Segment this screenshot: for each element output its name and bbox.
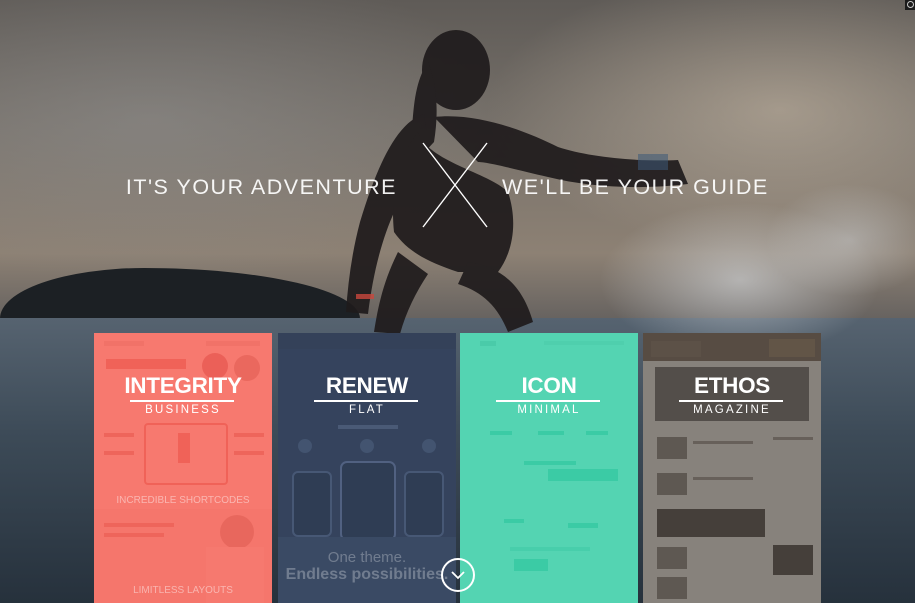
integrity-preview-heading: INCREDIBLE SHORTCODES bbox=[116, 495, 250, 506]
card-subtitle: MINIMAL bbox=[517, 404, 581, 416]
tagline-left: IT'S YOUR ADVENTURE bbox=[125, 175, 397, 199]
scroll-down-button[interactable] bbox=[441, 558, 475, 592]
settings-icon[interactable] bbox=[905, 0, 915, 10]
card-icon[interactable]: ICON MINIMAL bbox=[460, 333, 638, 603]
card-renew[interactable]: One theme. Endless possibilities. RENEW … bbox=[278, 333, 456, 603]
renew-preview-line2: Endless possibilities. bbox=[285, 566, 449, 583]
renew-preview-line1: One theme. bbox=[327, 549, 407, 566]
card-integrity[interactable]: INCREDIBLE SHORTCODES LIMITLESS LAYOUTS … bbox=[94, 333, 272, 603]
title-underline bbox=[314, 400, 418, 402]
card-title: ICON bbox=[521, 373, 577, 398]
tagline-right: WE'LL BE YOUR GUIDE bbox=[502, 175, 769, 199]
x-icon bbox=[422, 142, 488, 228]
title-underline bbox=[130, 400, 234, 402]
card-subtitle: MAGAZINE bbox=[693, 404, 771, 416]
card-title: INTEGRITY bbox=[124, 373, 242, 398]
card-subtitle: BUSINESS bbox=[145, 404, 221, 416]
title-underline bbox=[679, 400, 783, 402]
card-subtitle: FLAT bbox=[348, 404, 386, 416]
title-underline bbox=[496, 400, 600, 402]
integrity-preview-footer: LIMITLESS LAYOUTS bbox=[133, 585, 233, 596]
card-ethos[interactable]: ETHOS MAGAZINE bbox=[643, 333, 821, 603]
card-title: RENEW bbox=[325, 373, 409, 398]
card-title: ETHOS bbox=[693, 373, 770, 398]
chevron-down-icon bbox=[451, 570, 465, 579]
